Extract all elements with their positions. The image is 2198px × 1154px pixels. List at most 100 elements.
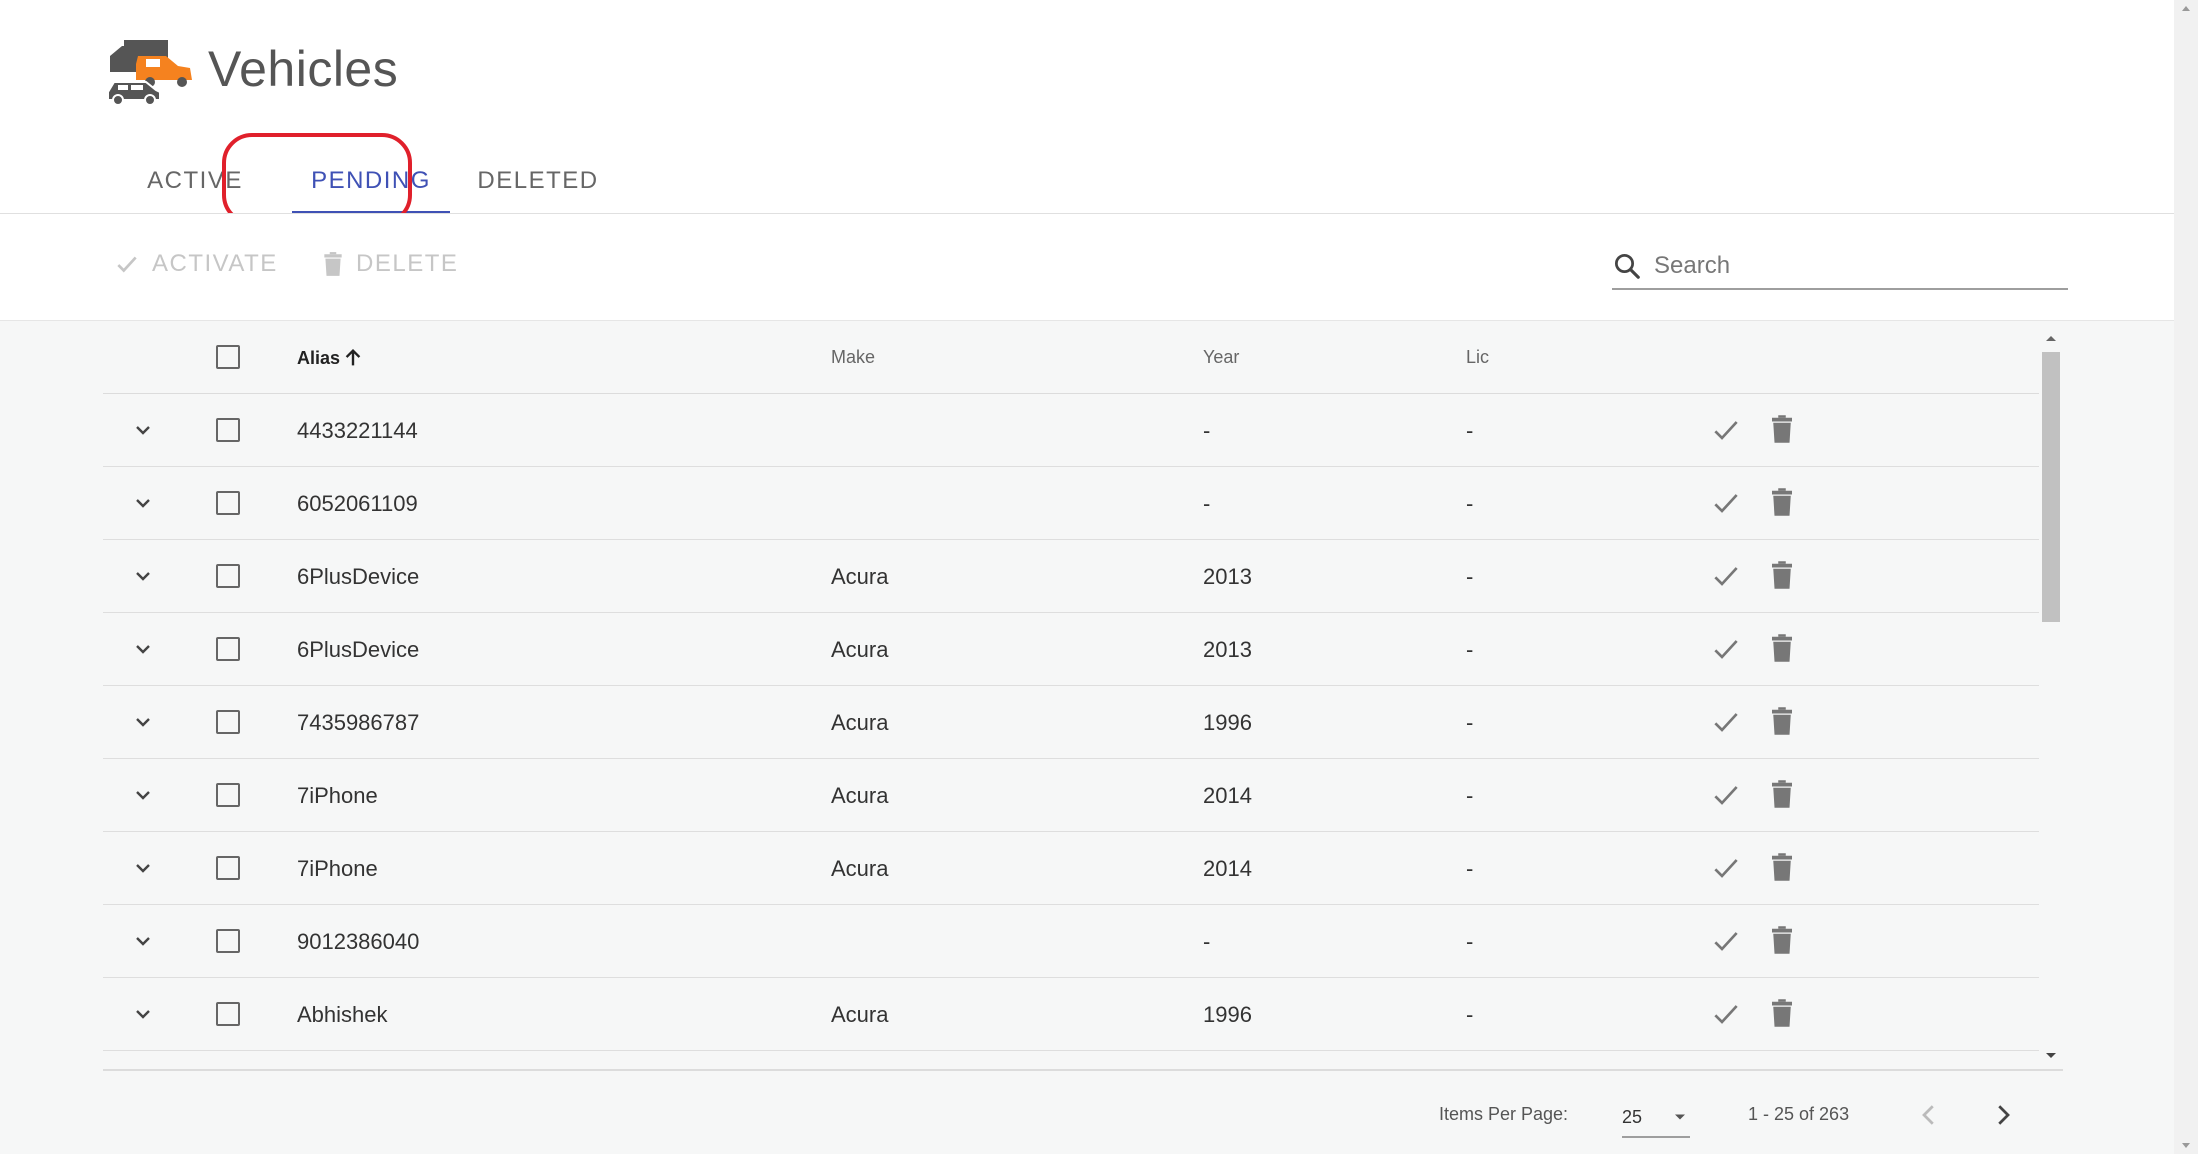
trash-icon (1772, 634, 1792, 662)
table-scrollbar[interactable] (2039, 328, 2063, 1066)
activate-row-button[interactable] (1710, 487, 1742, 524)
table-row[interactable]: 7iPhone Acura 2014 - (103, 759, 2039, 832)
alias-header-label: Alias (297, 347, 341, 368)
page-title: Vehicles (208, 41, 399, 97)
trash-icon (1772, 415, 1792, 443)
activate-row-button[interactable] (1710, 706, 1742, 743)
table-header: Alias Make Year Lic (103, 321, 2039, 394)
chevron-down-icon (136, 426, 150, 435)
table-row[interactable]: 7iPhone Acura 2014 - (103, 832, 2039, 905)
items-per-page-select[interactable]: 25 (1622, 1098, 1690, 1138)
sort-ascending-icon (345, 348, 361, 366)
make-cell: Acura (831, 710, 889, 735)
row-checkbox[interactable] (216, 710, 240, 734)
lic-cell: - (1466, 929, 1474, 954)
delete-row-button[interactable] (1767, 631, 1797, 670)
column-header-lic[interactable]: Lic (1466, 347, 1489, 368)
expand-row-button[interactable] (131, 929, 155, 953)
activate-row-button[interactable] (1710, 560, 1742, 597)
row-checkbox[interactable] (216, 1002, 240, 1026)
search-input[interactable] (1652, 251, 2056, 281)
table-row[interactable]: 6PlusDevice Acura 2013 - (103, 613, 2039, 686)
row-checkbox[interactable] (216, 637, 240, 661)
activate-row-button[interactable] (1710, 779, 1742, 816)
row-checkbox[interactable] (216, 491, 240, 515)
expand-row-button[interactable] (131, 564, 155, 588)
tab-active[interactable]: ACTIVE (110, 148, 280, 214)
delete-row-button[interactable] (1767, 777, 1797, 816)
alias-cell: 6PlusDevice (297, 564, 420, 589)
previous-page-button[interactable] (1914, 1100, 1944, 1135)
activate-row-button[interactable] (1710, 852, 1742, 889)
delete-button[interactable]: DELETE (320, 250, 458, 278)
activate-row-button[interactable] (1710, 633, 1742, 670)
activate-row-button[interactable] (1710, 414, 1742, 451)
delete-row-button[interactable] (1767, 485, 1797, 524)
tab-pending[interactable]: PENDING (292, 148, 450, 214)
page-header: Vehicles (106, 34, 399, 106)
check-icon (1714, 494, 1738, 513)
expand-row-button[interactable] (131, 783, 155, 807)
tab-deleted[interactable]: DELETED (460, 148, 616, 214)
column-header-alias[interactable]: Alias (297, 347, 364, 369)
column-header-make[interactable]: Make (831, 347, 875, 368)
lic-cell: - (1466, 637, 1474, 662)
check-icon (1714, 713, 1738, 732)
delete-row-button[interactable] (1767, 923, 1797, 962)
table-row[interactable]: 7435986787 Acura 1996 - (103, 686, 2039, 759)
next-page-button[interactable] (1988, 1100, 2018, 1135)
expand-row-button[interactable] (131, 856, 155, 880)
alias-cell: 4433221144 (297, 418, 418, 443)
trash-icon (1772, 561, 1792, 589)
vehicles-logo-icon (106, 34, 194, 106)
column-header-year[interactable]: Year (1203, 347, 1239, 368)
alias-cell: 9012386040 (297, 929, 420, 954)
expand-row-button[interactable] (131, 491, 155, 515)
make-cell: Acura (831, 1002, 889, 1027)
delete-label: DELETE (356, 250, 459, 277)
delete-row-button[interactable] (1767, 704, 1797, 743)
table-row[interactable]: Abhishek Acura 1996 - (103, 978, 2039, 1051)
trash-icon (1772, 926, 1792, 954)
items-per-page-label: Items Per Page: (1439, 1104, 1569, 1124)
activate-button[interactable]: ACTIVATE (112, 250, 278, 278)
activate-row-button[interactable] (1710, 925, 1742, 962)
app-window: Vehicles ACTIVE PENDING DELETED ACTIVATE… (0, 0, 2174, 1154)
dropdown-arrow-icon (1675, 1114, 1685, 1120)
delete-row-button[interactable] (1767, 996, 1797, 1035)
activate-row-button[interactable] (1710, 998, 1742, 1035)
delete-row-button[interactable] (1767, 412, 1797, 451)
activate-label: ACTIVATE (152, 250, 278, 277)
search-field[interactable] (1612, 244, 2068, 290)
year-cell: 1996 (1203, 1002, 1252, 1027)
trash-icon (1772, 488, 1792, 516)
expand-row-button[interactable] (131, 637, 155, 661)
table-row[interactable]: 6PlusDevice Acura 2013 - (103, 540, 2039, 613)
select-all-checkbox[interactable] (216, 345, 240, 369)
scrollbar-thumb[interactable] (2042, 352, 2060, 622)
lic-cell: - (1466, 710, 1474, 735)
lic-cell: - (1466, 564, 1474, 589)
table-row[interactable]: 6052061109 - - (103, 467, 2039, 540)
trash-icon (1772, 780, 1792, 808)
table-row[interactable]: 4433221144 - - (103, 394, 2039, 467)
expand-row-button[interactable] (131, 1002, 155, 1026)
row-checkbox[interactable] (216, 856, 240, 880)
delete-row-button[interactable] (1767, 558, 1797, 597)
check-icon (1714, 859, 1738, 878)
window-scrollbar[interactable] (2174, 0, 2198, 1154)
check-icon (1714, 567, 1738, 586)
delete-row-button[interactable] (1767, 850, 1797, 889)
row-checkbox[interactable] (216, 418, 240, 442)
vehicles-table: Alias Make Year Lic 4433221144 - - 60520… (103, 321, 2039, 1069)
row-checkbox[interactable] (216, 564, 240, 588)
check-icon (1714, 421, 1738, 440)
row-checkbox[interactable] (216, 783, 240, 807)
check-icon (1714, 1005, 1738, 1024)
expand-row-button[interactable] (131, 418, 155, 442)
chevron-left-icon (1922, 1105, 1934, 1125)
chevron-down-icon (136, 864, 150, 873)
row-checkbox[interactable] (216, 929, 240, 953)
table-row[interactable]: 9012386040 - - (103, 905, 2039, 978)
expand-row-button[interactable] (131, 710, 155, 734)
